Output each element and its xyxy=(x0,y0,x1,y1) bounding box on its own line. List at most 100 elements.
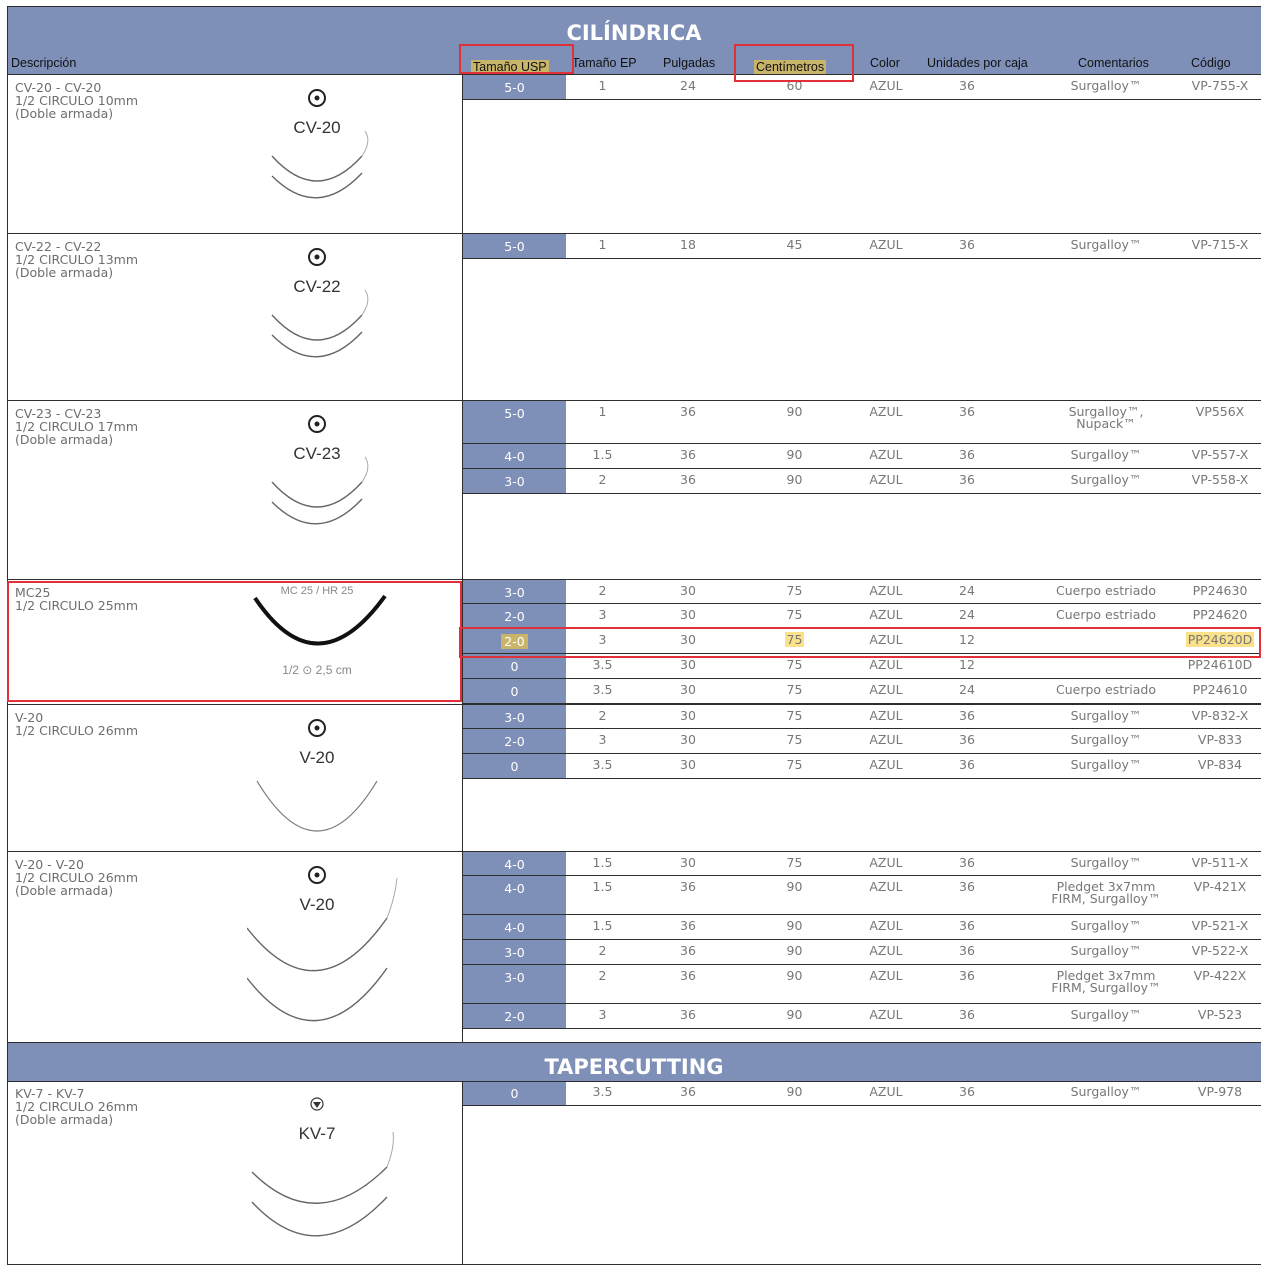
cell-unidades: 36 xyxy=(959,78,975,93)
cell-ep: 3.5 xyxy=(592,682,613,697)
cell-codigo: VP-558-X xyxy=(1191,472,1249,487)
column-header-row: Descripción Tamaño USP Tamaño EP Pulgada… xyxy=(7,52,1261,75)
col-comentarios: Comentarios xyxy=(1078,56,1149,70)
cell-pulgadas: 36 xyxy=(680,1084,696,1099)
cell-color: AZUL xyxy=(869,879,903,894)
cell-pulgadas: 36 xyxy=(680,404,696,419)
col-codigo: Código xyxy=(1191,56,1231,70)
cell-codigo: VP-755-X xyxy=(1191,78,1249,93)
cell-comentarios: Surgalloy™ xyxy=(1070,472,1142,487)
cell-comentarios: Surgalloy™ xyxy=(1070,1007,1142,1022)
cell-color: AZUL xyxy=(869,447,903,462)
product-group: KV-7 - KV-7 1/2 CIRCULO 26mm (Doble arma… xyxy=(7,1081,1261,1265)
cell-color: AZUL xyxy=(869,607,903,622)
cell-unidades: 36 xyxy=(959,732,975,747)
cell-ep: 1.5 xyxy=(592,447,613,462)
cell-ep: 3 xyxy=(598,732,607,747)
cell-color: AZUL xyxy=(869,943,903,958)
cell-codigo: VP-511-X xyxy=(1191,855,1249,870)
cell-unidades: 12 xyxy=(959,632,975,647)
cell-unidades: 36 xyxy=(959,708,975,723)
cell-unidades: 36 xyxy=(959,968,975,983)
cell-cm: 90 xyxy=(786,1007,803,1022)
cell-unidades: 36 xyxy=(959,757,975,772)
svg-text:CV-23: CV-23 xyxy=(293,444,340,463)
cell-usp: 3-0 xyxy=(463,705,566,728)
cell-usp: 0 xyxy=(463,654,566,678)
cell-ep: 2 xyxy=(598,472,607,487)
cell-color: AZUL xyxy=(869,855,903,870)
cell-unidades: 36 xyxy=(959,879,975,894)
col-color: Color xyxy=(870,56,900,70)
product-table-page: CILÍNDRICA Descripción Tamaño USP Tamaño… xyxy=(0,0,1261,1265)
cell-pulgadas: 36 xyxy=(680,879,696,894)
table-row: 5-0 1 18 45 AZUL 36 Surgalloy™ VP-715-X xyxy=(463,234,1261,259)
cell-ep: 1.5 xyxy=(592,879,613,894)
cell-color: AZUL xyxy=(869,708,903,723)
cell-comentarios: Surgalloy™ xyxy=(1070,78,1142,93)
svg-text:V-20: V-20 xyxy=(300,895,335,914)
cell-color: AZUL xyxy=(869,1084,903,1099)
cell-unidades: 36 xyxy=(959,918,975,933)
group-description: V-20 1/2 CIRCULO 26mm xyxy=(15,710,139,738)
section-title: CILÍNDRICA xyxy=(566,21,702,45)
cell-cm: 90 xyxy=(786,472,803,487)
product-group: CV-20 - CV-20 1/2 CIRCULO 10mm (Doble ar… xyxy=(7,75,1261,234)
col-tamano-usp-label: Tamaño USP xyxy=(471,60,549,74)
table-row: 3-0 2 30 75 AZUL 36 Surgalloy™ VP-832-X xyxy=(463,705,1261,729)
cell-pulgadas: 30 xyxy=(680,708,696,723)
table-row: 3-0 2 36 90 AZUL 36 Surgalloy™ VP-558-X xyxy=(463,469,1261,494)
cell-ep: 1 xyxy=(598,237,607,252)
table-row: 3-0 2 36 90 AZUL 36 Pledget 3x7mm FIRM, Surgal… xyxy=(463,965,1261,1004)
cell-codigo: VP-978 xyxy=(1197,1084,1243,1099)
group-description: CV-20 - CV-20 1/2 CIRCULO 10mm (Doble ar… xyxy=(15,80,139,121)
cell-codigo: VP-557-X xyxy=(1191,447,1249,462)
cell-ep: 1 xyxy=(598,78,607,93)
cell-unidades: 36 xyxy=(959,447,975,462)
cell-usp: 2-0 xyxy=(463,604,566,628)
cell-codigo: VP-834 xyxy=(1197,757,1243,772)
cell-codigo: VP-715-X xyxy=(1191,237,1249,252)
col-pulgadas: Pulgadas xyxy=(663,56,716,70)
cell-usp: 3-0 xyxy=(463,580,566,603)
table-row: 0 3.5 36 90 AZUL 36 Surgalloy™ VP-978 xyxy=(463,1081,1261,1106)
needle-illustration: MC 25 / HR 25 1/2 ⊙ 2,5 cm xyxy=(247,580,387,690)
col-descripcion: Descripción xyxy=(11,56,77,70)
product-group: V-20 - V-20 1/2 CIRCULO 26mm (Doble arma… xyxy=(7,852,1261,1043)
cell-codigo: PP24610D xyxy=(1187,657,1253,672)
group-description: KV-7 - KV-7 1/2 CIRCULO 26mm (Doble arma… xyxy=(15,1086,139,1127)
cell-codigo: PP24620D xyxy=(1173,632,1261,647)
cell-codigo: VP-833 xyxy=(1197,732,1243,747)
table-left-border xyxy=(7,6,8,1264)
table-row: 0 3.5 30 75 AZUL 12 PP24610D xyxy=(463,654,1261,679)
cell-pulgadas: 30 xyxy=(680,632,696,647)
cell-usp: 5-0 xyxy=(463,75,566,99)
cell-codigo-highlight: PP24620D xyxy=(1185,632,1255,647)
cell-cm: 45 xyxy=(786,237,803,252)
cell-comentarios: Surgalloy™ xyxy=(1070,708,1142,723)
column-divider xyxy=(462,1081,463,1264)
cell-unidades: 36 xyxy=(959,855,975,870)
svg-text:CV-20: CV-20 xyxy=(293,118,340,137)
cell-cm: 90 xyxy=(786,968,803,983)
cell-pulgadas: 36 xyxy=(680,447,696,462)
cell-color: AZUL xyxy=(869,918,903,933)
product-group: MC25 1/2 CIRCULO 25mm MC 25 / HR 25 1/2 … xyxy=(7,580,1261,705)
cell-pulgadas: 24 xyxy=(680,78,696,93)
cell-comentarios: Surgalloy™ xyxy=(1070,855,1142,870)
cell-pulgadas: 30 xyxy=(680,682,696,697)
col-centimetros-label: Centímetros xyxy=(754,60,827,74)
cell-unidades: 12 xyxy=(959,657,975,672)
table-row: 5-0 1 36 90 AZUL 36 Surgalloy™, Nupack™ VP556X xyxy=(463,401,1261,444)
cell-comentarios: Surgalloy™ xyxy=(1070,447,1142,462)
table-row: 4-0 1.5 30 75 AZUL 36 Surgalloy™ VP-511-X xyxy=(463,852,1261,876)
cell-usp: 2-0 xyxy=(463,729,566,753)
needle-illustration: CV-20 xyxy=(247,81,377,231)
cell-ep: 2 xyxy=(598,943,607,958)
cell-comentarios: Pledget 3x7mm FIRM, Surgalloy™ xyxy=(1051,968,1161,995)
cell-comentarios: Pledget 3x7mm FIRM, Surgalloy™ xyxy=(1051,879,1161,906)
cell-cm: 75 xyxy=(786,855,803,870)
cell-pulgadas: 36 xyxy=(680,968,696,983)
table-row: 0 3.5 30 75 AZUL 24 Cuerpo estriado PP24610 xyxy=(463,679,1261,704)
cell-usp: 3-0 xyxy=(463,940,566,964)
